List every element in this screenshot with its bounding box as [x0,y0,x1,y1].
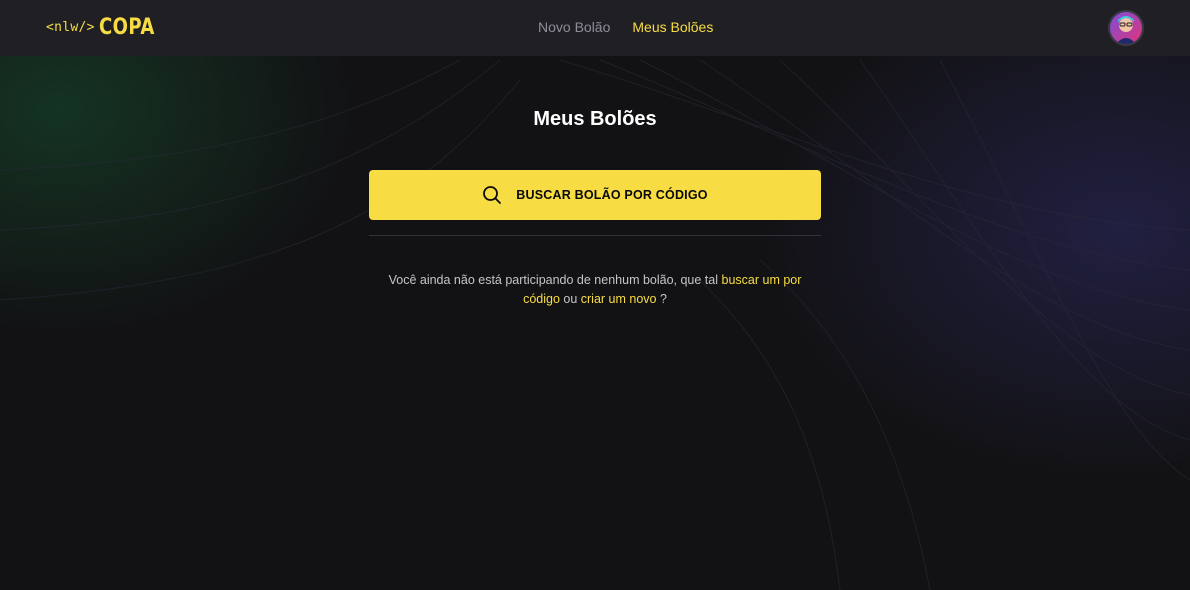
user-avatar-icon [1110,12,1142,44]
user-avatar[interactable] [1108,10,1144,46]
search-pool-by-code-button[interactable]: BUSCAR BOLÃO POR CÓDIGO [369,170,821,220]
empty-text-after: ? [656,292,667,306]
page-title: Meus Bolões [533,108,657,130]
empty-text-middle: ou [559,292,581,306]
create-new-pool-link[interactable]: criar um novo [581,292,657,306]
search-icon [483,186,502,204]
nav-link-meus-boloes[interactable]: Meus Bolões [632,19,713,35]
page: <nlw/> COPA Novo Bolão Meus Bolões Meus … [0,0,1190,590]
nlw-copa-logo[interactable]: <nlw/> COPA [46,15,167,40]
logo-tag-text: <nlw/> [46,20,95,35]
empty-state-message: Você ainda não está participando de nenh… [369,271,821,309]
nav-link-novo-bolao[interactable]: Novo Bolão [538,19,610,35]
search-button-label: BUSCAR BOLÃO POR CÓDIGO [516,188,708,202]
divider [369,235,821,236]
empty-text-before: Você ainda não está participando de nenh… [388,273,722,287]
top-nav-bar: <nlw/> COPA Novo Bolão Meus Bolões [0,0,1190,56]
main-nav: Novo Bolão Meus Bolões [538,19,713,35]
logo-word-text: COPA [98,15,155,40]
